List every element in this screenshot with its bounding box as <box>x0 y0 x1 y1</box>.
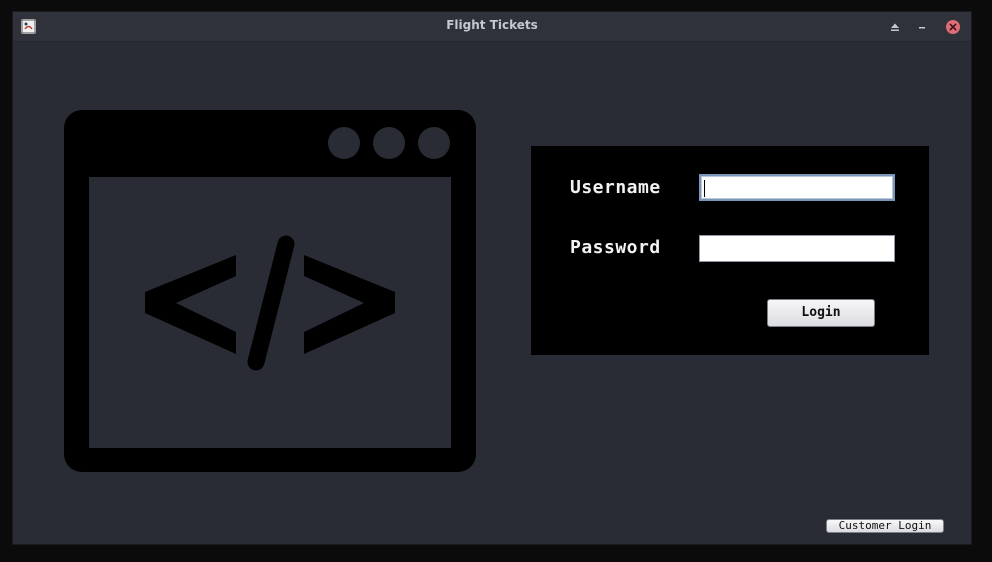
username-label: Username <box>570 177 661 198</box>
app-window: Flight Tickets Username Password Login C… <box>13 12 971 544</box>
window-title: Flight Tickets <box>446 18 538 32</box>
title-bar[interactable]: Flight Tickets <box>13 12 971 42</box>
password-label: Password <box>570 237 661 258</box>
close-button[interactable] <box>945 19 961 35</box>
text-caret <box>704 180 705 197</box>
minimize-icon <box>919 27 925 29</box>
maximize-button[interactable] <box>887 19 903 35</box>
close-icon <box>946 20 960 34</box>
login-panel: Username Password Login <box>531 146 929 355</box>
eject-icon <box>891 23 899 31</box>
code-window-icon <box>64 110 476 476</box>
password-input[interactable] <box>699 235 895 262</box>
customer-login-button[interactable]: Customer Login <box>826 519 944 533</box>
minimize-button[interactable] <box>914 19 930 35</box>
username-input[interactable] <box>699 174 895 201</box>
login-button[interactable]: Login <box>767 299 875 327</box>
content-area: Username Password Login Customer Login <box>13 42 971 544</box>
